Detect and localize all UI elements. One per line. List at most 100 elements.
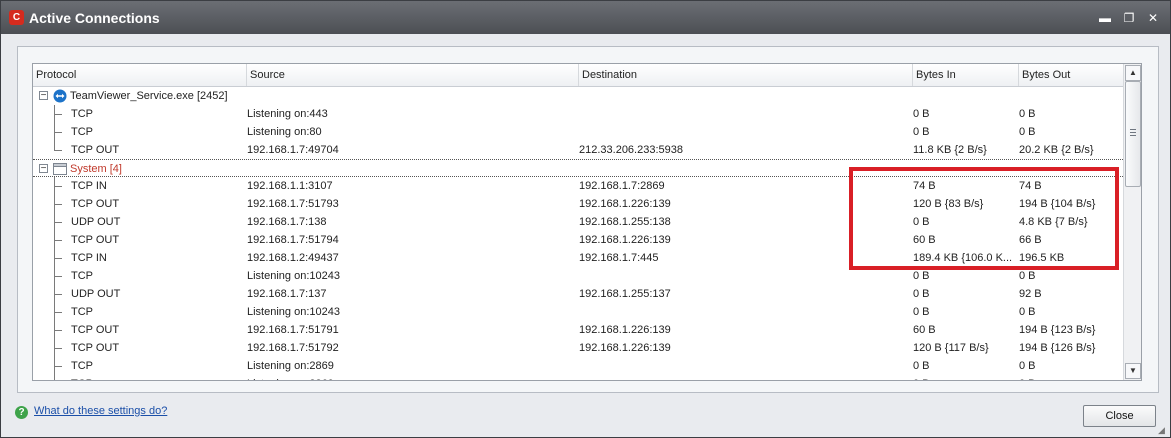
cell-destination: 192.168.1.226:139 bbox=[579, 324, 671, 336]
resize-grip-icon[interactable]: ◢ bbox=[1158, 425, 1168, 435]
cell-bytes-in: 60 B bbox=[913, 324, 936, 336]
tree-line bbox=[54, 204, 62, 205]
table-row[interactable]: TCP OUT 192.168.1.7:49704 212.33.206.233:5… bbox=[33, 141, 1123, 159]
window-title: Active Connections bbox=[29, 10, 160, 26]
cell-source: 192.168.1.1:3107 bbox=[247, 180, 333, 192]
minimize-icon[interactable]: ▬ bbox=[1096, 10, 1114, 26]
cell-source: 192.168.1.7:51793 bbox=[247, 198, 339, 210]
cell-source: Listening on:2869 bbox=[247, 360, 334, 372]
cell-destination: 212.33.206.233:5938 bbox=[579, 144, 683, 156]
cell-protocol: TCP bbox=[71, 375, 241, 380]
table-row[interactable]: TCP Listening on:443 0 B 0 B bbox=[33, 105, 1123, 123]
cell-bytes-out: 0 B bbox=[1019, 126, 1036, 138]
help-link[interactable]: What do these settings do? bbox=[34, 405, 167, 417]
tree-line bbox=[54, 258, 62, 259]
tree-line bbox=[54, 132, 62, 133]
cell-protocol: TCP IN bbox=[71, 180, 107, 192]
cell-protocol: TCP OUT bbox=[71, 144, 120, 156]
tree-line bbox=[54, 375, 55, 380]
cell-protocol: TCP OUT bbox=[71, 324, 120, 336]
scrollbar-thumb[interactable] bbox=[1125, 81, 1141, 187]
column-header-bytes-in[interactable]: Bytes In bbox=[913, 64, 1019, 86]
tree-line bbox=[54, 141, 55, 150]
group-name: TeamViewer_Service.exe [2452] bbox=[70, 90, 228, 102]
help-icon[interactable]: ? bbox=[15, 406, 28, 419]
tree-line bbox=[54, 312, 62, 313]
cell-bytes-in: 0 B bbox=[913, 126, 930, 138]
cell-bytes-in: 0 B bbox=[913, 360, 930, 372]
tree-line bbox=[54, 222, 62, 223]
cell-protocol: TCP OUT bbox=[71, 342, 120, 354]
cell-protocol: TCP bbox=[71, 306, 93, 318]
tree-line bbox=[54, 114, 62, 115]
cell-source: 192.168.1.7:51794 bbox=[247, 234, 339, 246]
cell-protocol: UDP OUT bbox=[71, 288, 121, 300]
table-row[interactable]: TCP OUT 192.168.1.7:51791 192.168.1.226:13… bbox=[33, 321, 1123, 339]
table-row[interactable]: TCP OUT 192.168.1.7:51792 192.168.1.226:13… bbox=[33, 339, 1123, 357]
cell-protocol: TCP IN bbox=[71, 252, 107, 264]
cell-bytes-in: 120 B {117 B/s} bbox=[913, 342, 989, 354]
cell-bytes-out: 20.2 KB {2 B/s} bbox=[1019, 144, 1094, 156]
table-row[interactable]: TCP Listening on:80 0 B 0 B bbox=[33, 123, 1123, 141]
cell-destination bbox=[579, 105, 899, 123]
cell-protocol: TCP bbox=[71, 270, 93, 282]
cell-protocol: TCP bbox=[71, 126, 93, 138]
cell-source: 192.168.1.7:137 bbox=[247, 288, 327, 300]
table-row[interactable]: TCP Listening on:10243 0 B 0 B bbox=[33, 303, 1123, 321]
cell-source: 192.168.1.2:49437 bbox=[247, 252, 339, 264]
cell-destination bbox=[579, 123, 899, 141]
cell-source: Listening on:2869 bbox=[247, 375, 567, 380]
cell-bytes-out: 0 B bbox=[1019, 306, 1036, 318]
cell-bytes-out: 194 B {126 B/s} bbox=[1019, 342, 1096, 354]
tree-line bbox=[54, 330, 62, 331]
scroll-down-icon[interactable]: ▼ bbox=[1125, 363, 1141, 379]
cell-bytes-in: 11.8 KB {2 B/s} bbox=[913, 144, 987, 156]
vertical-scrollbar[interactable]: ▲ ▼ bbox=[1123, 64, 1141, 380]
column-header-destination[interactable]: Destination bbox=[579, 64, 913, 86]
group-row[interactable]: − TeamViewer_Service.exe [2452] bbox=[33, 87, 1123, 105]
column-header-protocol[interactable]: Protocol bbox=[33, 64, 247, 86]
cell-bytes-out: 92 B bbox=[1019, 288, 1042, 300]
cell-protocol: TCP OUT bbox=[71, 198, 120, 210]
collapse-icon[interactable]: − bbox=[39, 164, 48, 174]
table-row[interactable]: UDP OUT 192.168.1.7:137 192.168.1.255:137 0… bbox=[33, 285, 1123, 303]
tree-line bbox=[54, 150, 62, 151]
collapse-icon[interactable]: − bbox=[39, 91, 48, 101]
group-name: System [4] bbox=[70, 163, 122, 175]
cell-source: Listening on:443 bbox=[247, 108, 328, 120]
tree-line bbox=[54, 366, 62, 367]
cell-protocol: TCP OUT bbox=[71, 234, 120, 246]
highlight-box bbox=[849, 167, 1119, 270]
cell-bytes-in: 0 B bbox=[913, 288, 930, 300]
table-header: Protocol Source Destination Bytes In Byt… bbox=[33, 64, 1123, 87]
cell-source: 192.168.1.7:138 bbox=[247, 216, 327, 228]
table-row[interactable]: TCP Listening on:2869 0 B 0 B bbox=[33, 375, 1123, 380]
close-window-icon[interactable]: ✕ bbox=[1144, 10, 1162, 26]
cell-bytes-out: 0 B bbox=[1019, 360, 1036, 372]
cell-source: 192.168.1.7:49704 bbox=[247, 144, 339, 156]
cell-source: 192.168.1.7:51791 bbox=[247, 324, 339, 336]
cell-bytes-out: 0 B bbox=[1019, 375, 1119, 380]
window-icon bbox=[53, 162, 67, 176]
cell-destination: 192.168.1.226:139 bbox=[579, 342, 671, 354]
cell-bytes-in: 0 B bbox=[913, 108, 930, 120]
column-header-bytes-out[interactable]: Bytes Out bbox=[1019, 64, 1123, 86]
title-bar[interactable]: C Active Connections ▬ ❐ ✕ bbox=[1, 1, 1170, 34]
tree-line bbox=[54, 294, 62, 295]
maximize-icon[interactable]: ❐ bbox=[1120, 10, 1138, 26]
cell-source: Listening on:10243 bbox=[247, 270, 340, 282]
teamviewer-icon bbox=[53, 89, 67, 103]
cell-bytes-in: 0 B bbox=[913, 375, 1013, 380]
close-button[interactable]: Close bbox=[1083, 405, 1156, 427]
scroll-up-icon[interactable]: ▲ bbox=[1125, 65, 1141, 81]
cell-bytes-out: 0 B bbox=[1019, 108, 1036, 120]
cell-protocol: UDP OUT bbox=[71, 216, 121, 228]
tree-line bbox=[54, 348, 62, 349]
tree-line bbox=[54, 240, 62, 241]
cell-bytes-out: 194 B {123 B/s} bbox=[1019, 324, 1096, 336]
cell-destination: 192.168.1.255:137 bbox=[579, 288, 671, 300]
column-header-source[interactable]: Source bbox=[247, 64, 579, 86]
cell-protocol: TCP bbox=[71, 360, 93, 372]
table-row[interactable]: TCP Listening on:2869 0 B 0 B bbox=[33, 357, 1123, 375]
cell-destination bbox=[579, 375, 899, 380]
